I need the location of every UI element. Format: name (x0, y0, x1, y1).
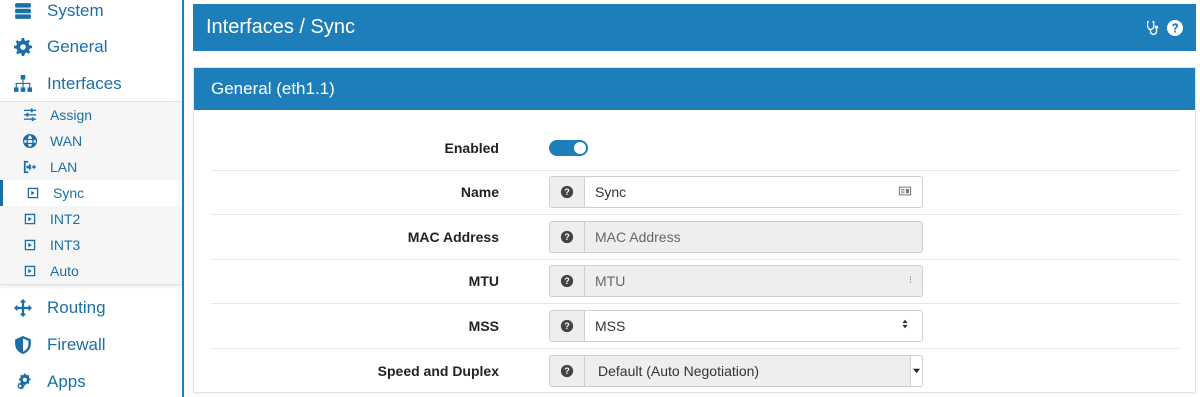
sitemap-icon (12, 73, 34, 95)
mac-label: MAC Address (407, 228, 499, 245)
name-label: Name (460, 184, 499, 201)
help-icon[interactable]: ? (550, 266, 585, 297)
sidebar-item-label: Routing (47, 298, 106, 317)
sign-in-icon (22, 159, 38, 175)
sidebar-item-int3[interactable]: INT3 (0, 232, 182, 258)
arrows-icon (12, 297, 34, 319)
help-icon[interactable] (1167, 19, 1183, 36)
interface-icon (22, 237, 38, 253)
sidebar-item-firewall[interactable]: Firewall (0, 327, 184, 363)
sidebar-item-label: INT3 (50, 237, 81, 253)
sidebar-item-sync[interactable]: Sync (0, 180, 182, 206)
svg-text:?: ? (564, 232, 569, 242)
sidebar-item-label: Interfaces (47, 74, 122, 93)
panel-title: General (eth1.1) (194, 68, 1195, 110)
cogs-icon (12, 371, 34, 393)
header-actions (1145, 19, 1183, 36)
sidebar-item-label: General (47, 37, 108, 56)
shield-icon (12, 334, 34, 356)
sidebar-item-assign[interactable]: Assign (0, 102, 182, 128)
address-card-icon (898, 184, 912, 201)
speed-value: Default (Auto Negotiation) (598, 362, 760, 379)
speed-field: ? Default (Auto Negotiation) (549, 354, 923, 387)
stethoscope-icon[interactable] (1145, 20, 1161, 36)
mtu-input[interactable]: MTU ⁝ (585, 266, 922, 297)
enabled-toggle[interactable] (549, 139, 588, 156)
globe-icon (22, 133, 38, 149)
mss-field: ? MSS (549, 309, 923, 342)
sidebar-item-lan[interactable]: LAN (0, 154, 182, 180)
mtu-placeholder: MTU (595, 273, 626, 290)
spinner-icon[interactable] (898, 317, 912, 334)
page-title: Interfaces / Sync (206, 16, 355, 38)
svg-text:?: ? (564, 187, 569, 197)
name-value: Sync (595, 184, 627, 201)
sidebar-item-general[interactable]: General (0, 29, 184, 65)
toggle-knob (574, 141, 586, 154)
sidebar-item-int2[interactable]: INT2 (0, 206, 182, 232)
svg-text:?: ? (564, 276, 569, 286)
name-field: ? Sync (549, 176, 923, 209)
help-icon[interactable]: ? (550, 310, 585, 341)
name-row: Name ? Sync (211, 171, 1179, 215)
sidebar-item-label: System (47, 1, 104, 20)
sidebar-item-system[interactable]: System (0, 0, 184, 29)
speed-select[interactable]: Default (Auto Negotiation) (585, 355, 922, 386)
mac-placeholder: MAC Address (595, 228, 681, 245)
help-icon[interactable]: ? (550, 355, 585, 386)
enabled-row: Enabled (211, 126, 1179, 171)
sidebar-item-label: Auto (50, 263, 79, 279)
sidebar-item-label: WAN (50, 133, 83, 149)
svg-text:?: ? (564, 321, 569, 331)
interfaces-submenu: Assign WAN LAN Sync INT2 INT3 Auto (0, 101, 182, 285)
mtu-label: MTU (468, 273, 499, 290)
speed-label: Speed and Duplex (377, 362, 499, 379)
mac-input[interactable]: MAC Address (585, 221, 922, 252)
mtu-row: MTU ? MTU ⁝ (211, 260, 1179, 304)
app-window: System General Interfaces Assign WAN LAN (0, 0, 1200, 397)
server-icon (12, 0, 34, 22)
caret-down-icon (910, 355, 922, 386)
interface-icon (22, 211, 38, 227)
sidebar-item-label: LAN (50, 159, 78, 175)
mss-placeholder: MSS (595, 317, 626, 334)
svg-text:?: ? (564, 366, 569, 376)
general-panel: General (eth1.1) Enabled Name ? Sync MAC… (193, 67, 1196, 393)
sidebar-item-interfaces[interactable]: Interfaces (0, 66, 184, 102)
gear-icon (12, 36, 34, 58)
sidebar-item-apps[interactable]: Apps (0, 364, 184, 397)
mss-input[interactable]: MSS (585, 310, 922, 341)
help-icon[interactable]: ? (550, 221, 585, 252)
interface-form: Enabled Name ? Sync MAC Address ? MAC Ad… (211, 126, 1179, 393)
sidebar-item-wan[interactable]: WAN (0, 128, 182, 154)
sidebar: System General Interfaces Assign WAN LAN (0, 0, 184, 397)
speed-row: Speed and Duplex ? Default (Auto Negotia… (211, 349, 1179, 394)
mss-row: MSS ? MSS (211, 304, 1179, 349)
interface-icon (25, 185, 41, 201)
mtu-field: ? MTU ⁝ (549, 265, 923, 298)
sidebar-item-label: INT2 (50, 211, 81, 227)
interface-icon (22, 263, 38, 279)
mac-row: MAC Address ? MAC Address (211, 215, 1179, 260)
sidebar-item-label: Apps (47, 372, 86, 391)
mac-field: ? MAC Address (549, 220, 923, 253)
help-icon[interactable]: ? (550, 177, 585, 208)
sidebar-item-label: Sync (53, 185, 85, 201)
page-header: Interfaces / Sync (193, 4, 1196, 51)
sidebar-item-label: Assign (50, 107, 93, 123)
sidebar-item-routing[interactable]: Routing (0, 290, 184, 326)
sliders-icon (22, 107, 38, 123)
spinner-icon[interactable]: ⁝ (909, 276, 912, 286)
sidebar-item-auto[interactable]: Auto (0, 258, 182, 284)
sidebar-item-label: Firewall (47, 335, 106, 354)
name-input[interactable]: Sync (585, 177, 922, 208)
mss-label: MSS (468, 317, 499, 334)
enabled-label: Enabled (444, 139, 499, 156)
